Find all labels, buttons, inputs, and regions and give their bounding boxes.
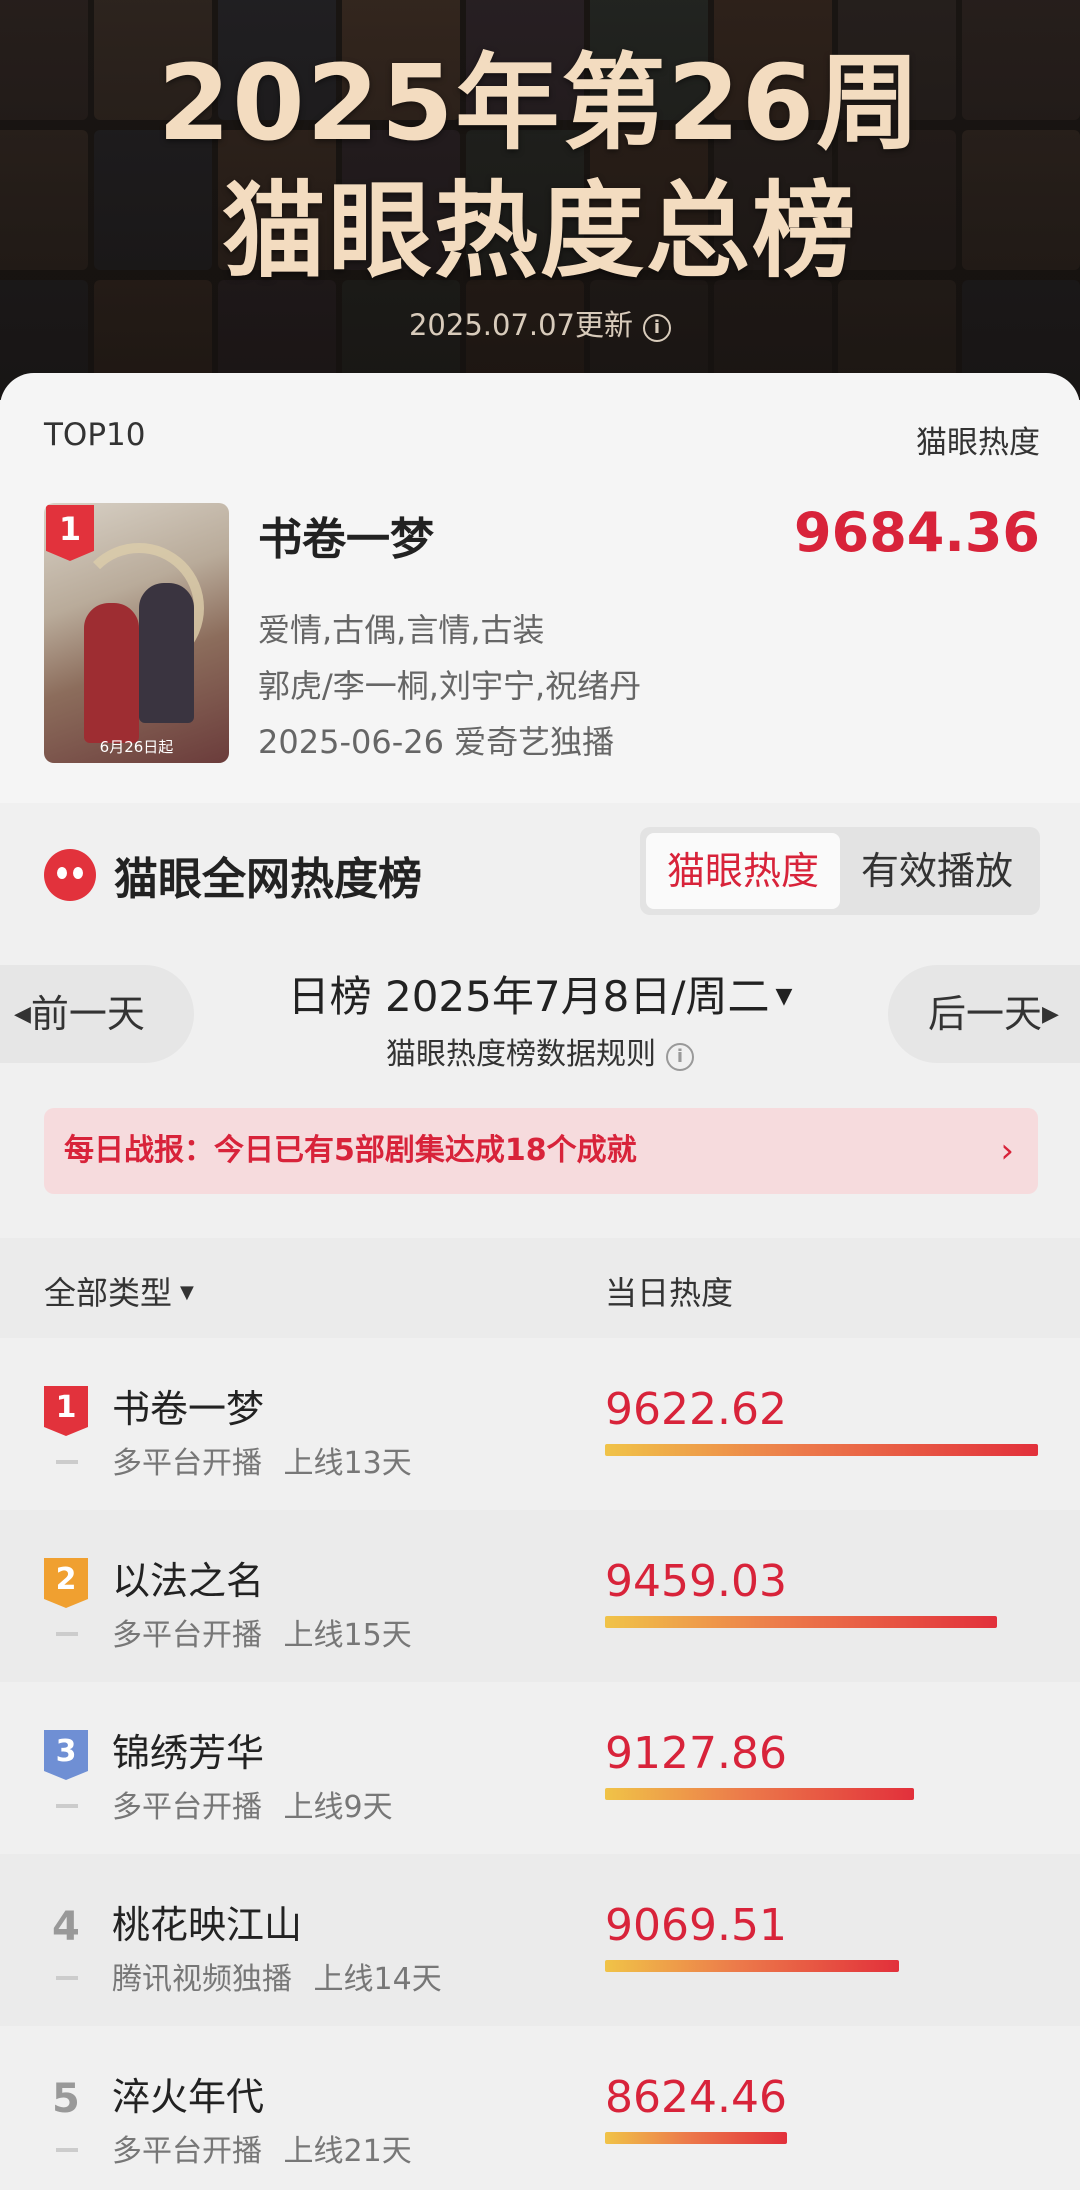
rank-change-indicator bbox=[56, 2148, 78, 2152]
ranking-row[interactable]: 4 桃花映江山腾讯视频独播 上线14天 9069.51 bbox=[0, 1854, 1080, 2026]
rank-number: 5 bbox=[52, 2076, 80, 2122]
update-text: 2025.07.07更新 bbox=[408, 308, 634, 342]
rank-number: 4 bbox=[52, 1904, 80, 1950]
top1-card[interactable]: TOP10 猫眼热度 1 6月26日起 书卷一梦 9684.36 爱情,古偶,言… bbox=[0, 373, 1080, 803]
show-name: 淬火年代 bbox=[112, 2075, 265, 2119]
heat-value: 8624.46 bbox=[605, 2072, 787, 2123]
caret-down-icon: ▼ bbox=[180, 1282, 194, 1303]
heat-bar bbox=[605, 2132, 787, 2144]
rank-flag-icon: 2 bbox=[44, 1558, 88, 1608]
list-header: 全部类型 ▼ 当日热度 bbox=[0, 1238, 1080, 1338]
rank-change-indicator bbox=[56, 1460, 78, 1464]
heat-value: 9069.51 bbox=[605, 1900, 787, 1951]
ranking-row[interactable]: 5 淬火年代多平台开播 上线21天 8624.46 bbox=[0, 2026, 1080, 2190]
heat-value: 9459.03 bbox=[605, 1556, 787, 1607]
rank-change-indicator bbox=[56, 1976, 78, 1980]
show-release: 2025-06-26 爱奇艺独播 bbox=[258, 723, 615, 761]
update-time: 2025.07.07更新 i bbox=[0, 302, 1080, 344]
type-filter-label: 全部类型 bbox=[44, 1274, 173, 1312]
info-icon[interactable]: i bbox=[643, 314, 672, 342]
heat-bar bbox=[605, 1616, 997, 1628]
top10-label: TOP10 bbox=[44, 417, 146, 453]
rank-change-indicator bbox=[56, 1632, 78, 1636]
heat-bar bbox=[605, 1444, 1038, 1456]
show-cover[interactable]: 1 6月26日起 bbox=[44, 503, 229, 763]
brand-title: 猫眼全网热度榜 bbox=[114, 854, 422, 905]
date-value: 2025年7月8日/周二 bbox=[384, 972, 770, 1021]
show-platform-info: 多平台开播 上线21天 bbox=[112, 2134, 412, 2169]
ranking-panel: 猫眼全网热度榜 猫眼热度 有效播放 ◀前一天 日榜 2025年7月8日/周二 ▼ … bbox=[0, 803, 1080, 2190]
caret-down-icon: ▼ bbox=[775, 984, 793, 1009]
hero-title-board: 猫眼热度总榜 bbox=[221, 170, 858, 292]
tab-effective-play[interactable]: 有效播放 bbox=[840, 833, 1034, 909]
show-platform-info: 多平台开播 上线13天 bbox=[112, 1446, 412, 1481]
info-icon: i bbox=[666, 1043, 694, 1071]
show-platform-info: 多平台开播 上线9天 bbox=[112, 1790, 393, 1825]
maoyan-cat-logo-icon bbox=[44, 849, 96, 901]
show-genres: 爱情,古偶,言情,古装 bbox=[258, 611, 545, 649]
heat-bar bbox=[605, 1960, 899, 1972]
show-score: 9684.36 bbox=[794, 501, 1040, 564]
brand-header: 猫眼全网热度榜 bbox=[44, 843, 422, 907]
heat-value: 9127.86 bbox=[605, 1728, 787, 1779]
data-rules-link[interactable]: 猫眼热度榜数据规则 i bbox=[0, 1029, 1080, 1073]
daily-heat-header: 当日热度 bbox=[605, 1274, 734, 1312]
cover-date-tag: 6月26日起 bbox=[99, 738, 174, 756]
rank-change-indicator bbox=[56, 1804, 78, 1808]
heat-label: 猫眼热度 bbox=[916, 425, 1040, 461]
heat-bar bbox=[605, 1788, 914, 1800]
rules-text: 猫眼热度榜数据规则 bbox=[386, 1037, 656, 1072]
rank-flag-icon: 1 bbox=[46, 505, 94, 561]
show-name: 以法之名 bbox=[112, 1559, 265, 1603]
ranking-row[interactable]: 1 书卷一梦多平台开播 上线13天 9622.62 bbox=[0, 1338, 1080, 1510]
ranking-row[interactable]: 2 以法之名多平台开播 上线15天 9459.03 bbox=[0, 1510, 1080, 1682]
show-title[interactable]: 书卷一梦 bbox=[258, 503, 434, 567]
ranking-row[interactable]: 3 锦绣芳华多平台开播 上线9天 9127.86 bbox=[0, 1682, 1080, 1854]
heat-value: 9622.62 bbox=[605, 1384, 787, 1435]
rank-flag-icon: 1 bbox=[44, 1386, 88, 1436]
arrow-right-icon: ▶ bbox=[1042, 1002, 1059, 1027]
show-name: 桃花映江山 bbox=[112, 1903, 303, 1947]
show-platform-info: 多平台开播 上线15天 bbox=[112, 1618, 412, 1653]
show-cast: 郭虎/李一桐,刘宇宁,祝绪丹 bbox=[258, 667, 642, 705]
report-text: 每日战报：今日已有5部剧集达成18个成就 bbox=[64, 1133, 637, 1168]
daily-report-banner[interactable]: 每日战报：今日已有5部剧集达成18个成就 › bbox=[44, 1108, 1038, 1194]
rank-flag-icon: 3 bbox=[44, 1730, 88, 1780]
show-platform-info: 腾讯视频独播 上线14天 bbox=[112, 1962, 442, 1997]
metric-switch: 猫眼热度 有效播放 bbox=[640, 827, 1040, 915]
tab-maoyan-heat[interactable]: 猫眼热度 bbox=[646, 833, 840, 909]
hero-banner: 2025年第26周 猫眼热度总榜 2025.07.07更新 i bbox=[0, 0, 1080, 400]
day-board-label: 日榜 bbox=[287, 972, 372, 1021]
chevron-right-icon: › bbox=[1000, 1131, 1014, 1171]
type-filter-dropdown[interactable]: 全部类型 ▼ bbox=[44, 1268, 194, 1314]
show-name: 书卷一梦 bbox=[112, 1387, 265, 1431]
show-name: 锦绣芳华 bbox=[112, 1731, 265, 1775]
